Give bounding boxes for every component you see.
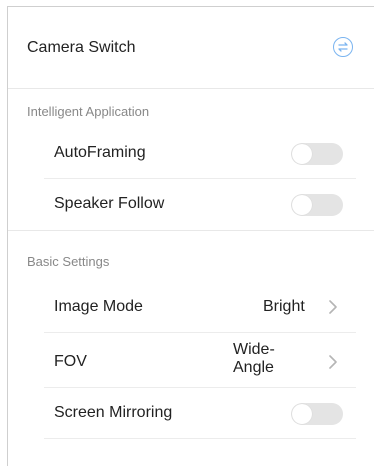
toggle-knob [292,195,312,215]
section-divider [8,230,374,231]
camera-switch-title: Camera Switch [27,39,136,56]
fov-label: FOV [54,353,87,370]
section-label-basic: Basic Settings [27,254,110,269]
swap-icon[interactable] [333,37,353,57]
toggle-knob [292,404,312,424]
swap-arrows-icon [338,42,348,52]
chevron-right-icon [326,352,340,372]
image-mode-value: Bright [263,298,305,315]
toggle-knob [292,144,312,164]
settings-panel: Camera Switch Intelligent Application Au… [7,6,374,466]
image-mode-label: Image Mode [54,298,143,315]
screen-mirroring-toggle[interactable] [291,403,343,425]
row-image-mode[interactable]: Image Mode Bright [44,283,356,333]
speaker-follow-label: Speaker Follow [54,195,165,212]
autoframing-label: AutoFraming [54,144,146,161]
row-screen-mirroring[interactable]: Screen Mirroring [44,389,356,439]
screen-mirroring-label: Screen Mirroring [54,404,173,421]
section-label-intelligent: Intelligent Application [27,104,150,119]
panel-header: Camera Switch [8,7,374,89]
autoframing-toggle[interactable] [291,143,343,165]
speaker-follow-toggle[interactable] [291,194,343,216]
chevron-right-icon [326,297,340,317]
row-speaker-follow[interactable]: Speaker Follow [44,180,356,230]
fov-value: Wide-Angle [233,341,275,376]
row-fov[interactable]: FOV Wide-Angle [44,334,356,388]
row-autoframing[interactable]: AutoFraming [44,129,356,179]
